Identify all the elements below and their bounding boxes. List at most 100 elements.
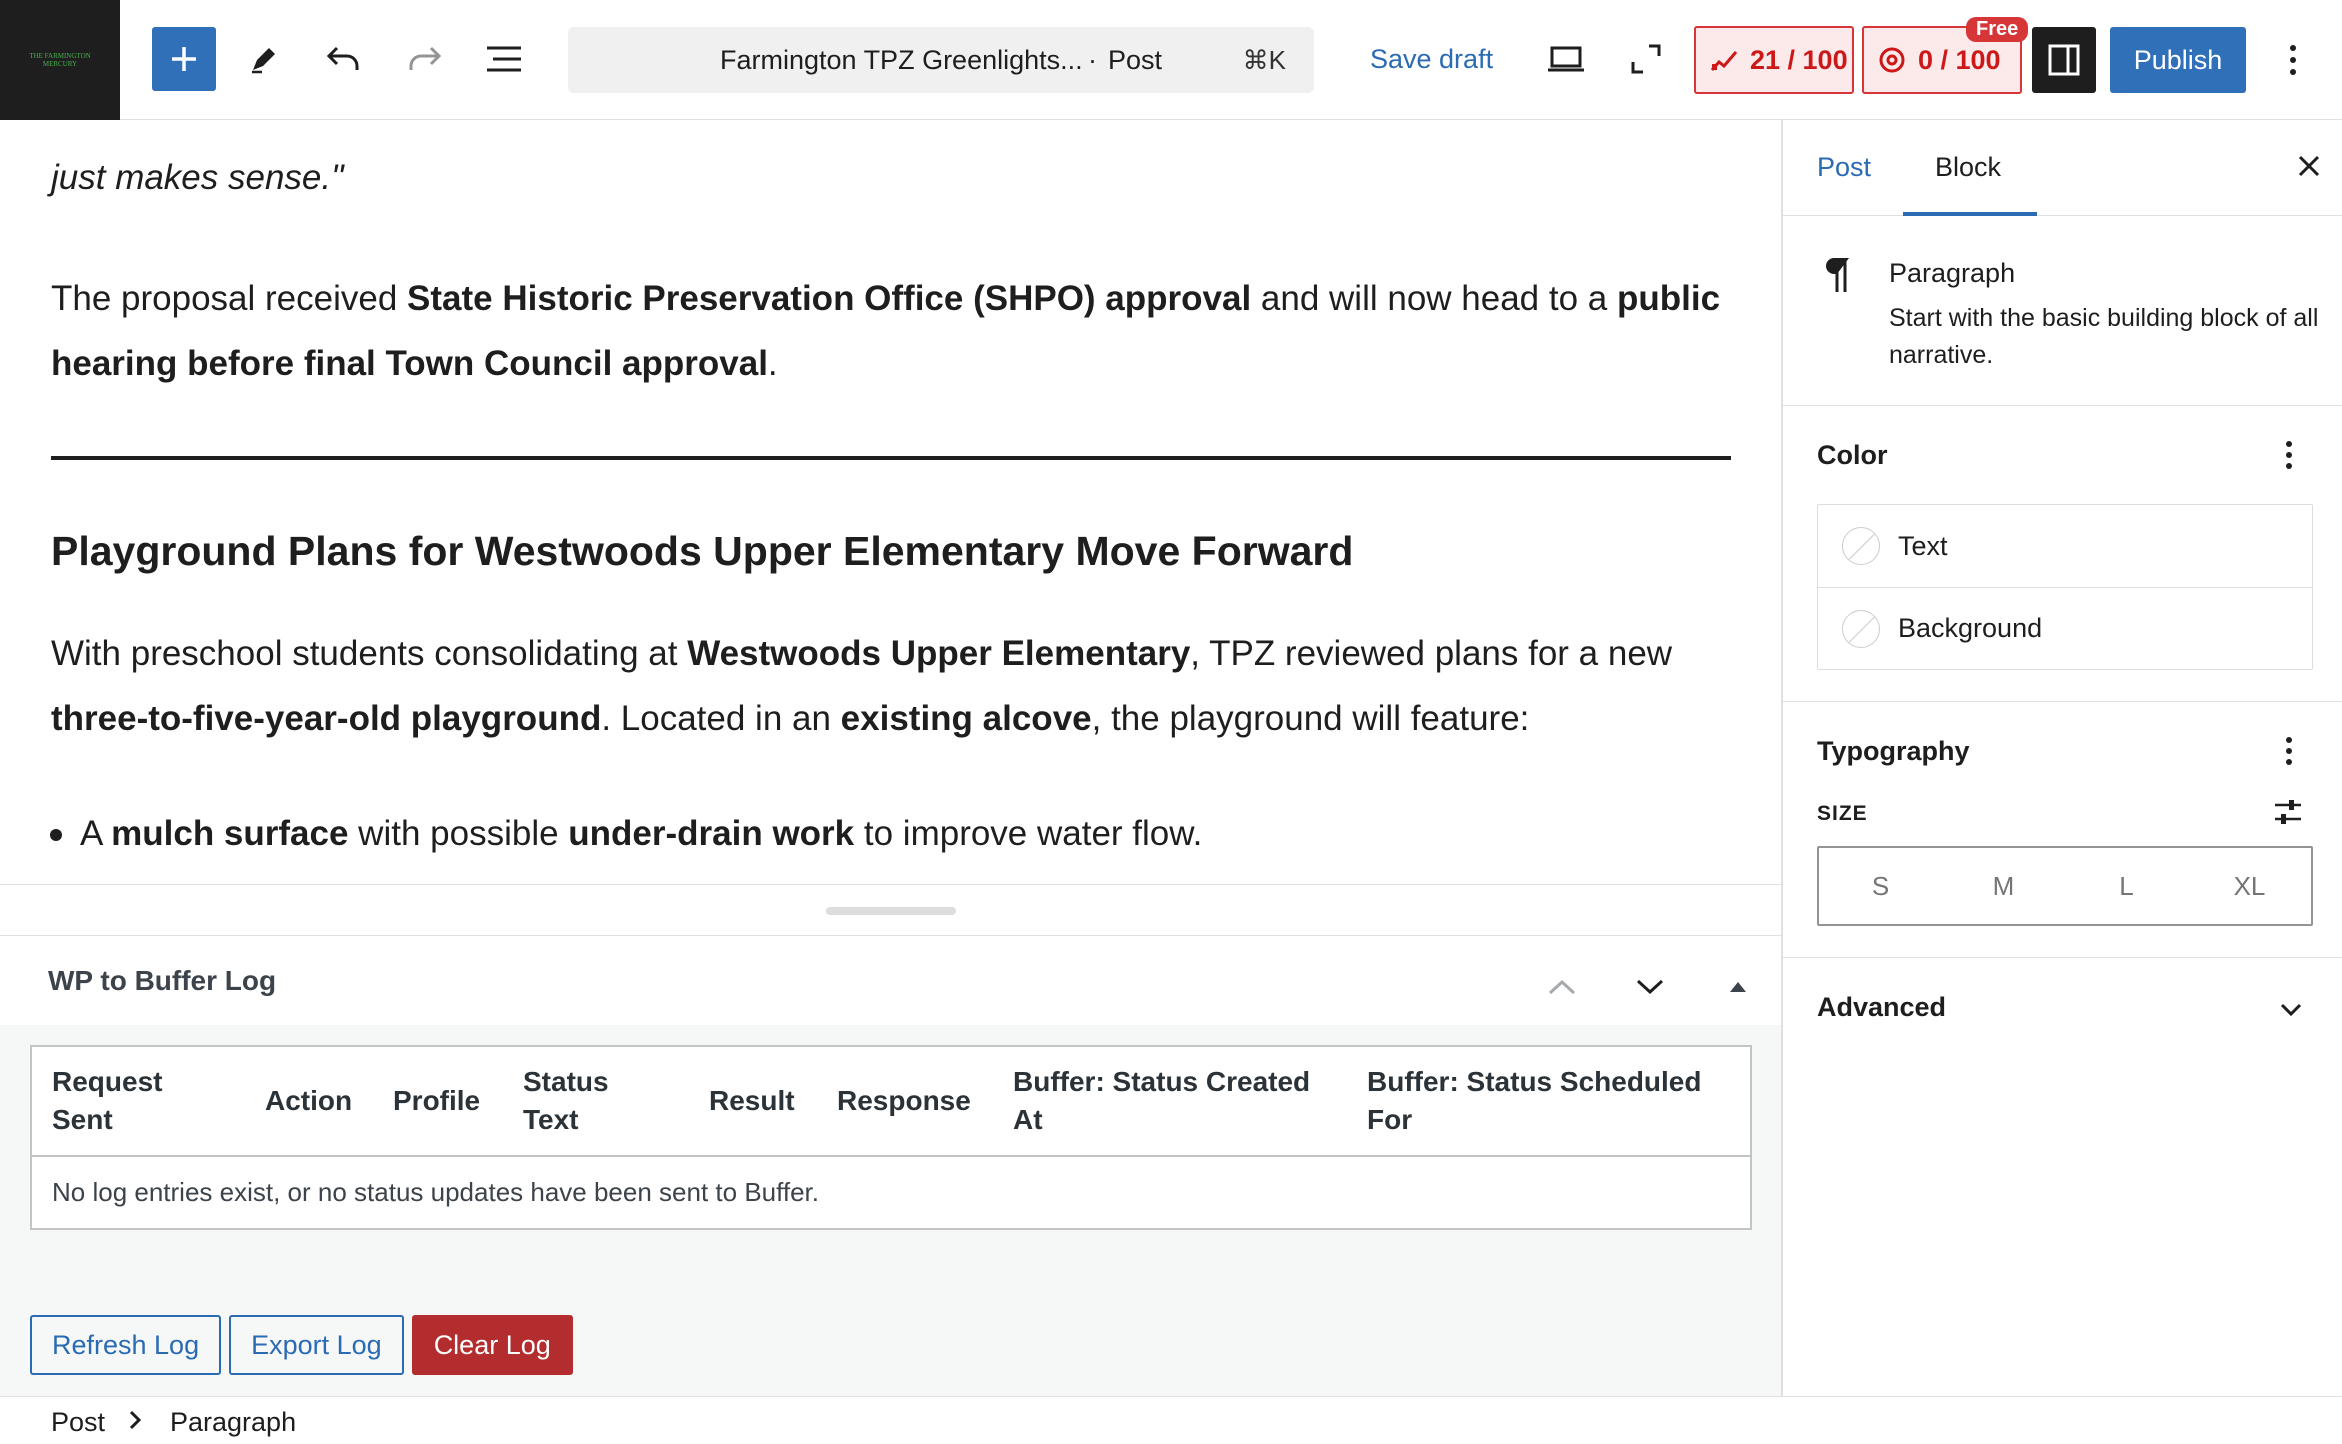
refresh-log-button[interactable]: Refresh Log	[30, 1315, 222, 1375]
block-card: Paragraph Start with the basic building …	[1783, 216, 2342, 406]
separator-block[interactable]	[51, 456, 1731, 460]
command-shortcut: ⌘K	[1242, 44, 1286, 75]
tools-button[interactable]	[232, 27, 296, 91]
meta-boxes-area: WP to Buffer Log Request Sent Action Pro…	[0, 884, 1781, 1397]
chevron-down-icon	[2279, 1002, 2303, 1023]
text-run: A	[80, 814, 112, 853]
seo-chart-icon	[1710, 48, 1738, 72]
column-header: Response	[817, 1046, 993, 1157]
meta-box-body: Request Sent Action Profile Status Text …	[0, 1025, 1781, 1397]
seo-score-badge[interactable]: 21 / 100	[1694, 26, 1854, 94]
size-option-xl[interactable]: XL	[2188, 848, 2311, 924]
text-run: With preschool students consolidating at	[51, 634, 688, 673]
site-logo[interactable]: THE FARMINGTON MERCURY	[0, 0, 120, 120]
editor-header: THE FARMINGTON MERCURY Farmington TPZ Gr…	[0, 0, 2342, 120]
chevron-up-icon	[1548, 979, 1576, 995]
undo-button[interactable]	[312, 27, 376, 91]
paragraph-shpo[interactable]: The proposal received State Historic Pre…	[51, 266, 1731, 396]
redo-button[interactable]	[392, 27, 456, 91]
meta-divider	[0, 935, 1781, 936]
quote-text: just makes sense."	[51, 158, 344, 197]
pencil-icon	[252, 48, 275, 74]
bold-run: under-drain work	[568, 814, 855, 853]
text-run: and will now head to a	[1251, 279, 1617, 318]
command-palette-bar[interactable]: Farmington TPZ Greenlights... · Post ⌘K	[568, 27, 1314, 93]
preview-button[interactable]	[1534, 27, 1598, 91]
free-badge: Free	[1966, 17, 2029, 42]
export-log-button[interactable]: Export Log	[229, 1315, 404, 1375]
column-header: Status Text	[503, 1046, 689, 1157]
text-run: .	[767, 344, 778, 383]
settings-sidebar-toggle[interactable]	[2032, 27, 2096, 93]
typography-panel: Typography SIZE S M L XL	[1783, 702, 2342, 958]
move-up-button[interactable]	[1542, 967, 1582, 1007]
advanced-panel-title: Advanced	[1817, 992, 1947, 1022]
text-run: . Located in an	[601, 699, 841, 738]
save-draft-button[interactable]: Save draft	[1370, 44, 1493, 75]
list-block[interactable]: A mulch surface with possible under-drai…	[50, 801, 1731, 866]
editor-canvas[interactable]: just makes sense." The proposal received…	[0, 120, 1781, 884]
more-vertical-icon	[2286, 441, 2292, 469]
paragraph-quote[interactable]: just makes sense."	[51, 145, 1731, 210]
typography-panel-title: Typography	[1817, 736, 1970, 766]
add-block-button[interactable]	[152, 27, 216, 91]
table-header-row: Request Sent Action Profile Status Text …	[31, 1046, 1751, 1157]
breadcrumb-paragraph[interactable]: Paragraph	[170, 1407, 296, 1438]
redo-icon	[409, 46, 442, 70]
sidebar-icon	[2048, 44, 2080, 76]
close-sidebar-button[interactable]	[2297, 154, 2321, 183]
bold-run: existing alcove	[840, 699, 1092, 738]
tab-post[interactable]: Post	[1817, 152, 1871, 183]
column-header: Profile	[373, 1046, 503, 1157]
text-run: with possible	[348, 814, 569, 853]
plus-icon	[172, 47, 196, 71]
color-item-label: Background	[1898, 613, 2043, 643]
paragraph-playground[interactable]: With preschool students consolidating at…	[51, 621, 1731, 751]
settings-sliders-icon	[2275, 800, 2301, 824]
paragraph-icon	[1823, 256, 1853, 299]
move-down-button[interactable]	[1630, 967, 1670, 1007]
typography-options-button[interactable]	[2285, 736, 2293, 771]
empty-log-message: No log entries exist, or no status updat…	[52, 1177, 819, 1207]
toggle-panel-button[interactable]	[1718, 967, 1758, 1007]
publish-button[interactable]: Publish	[2110, 27, 2246, 93]
fullscreen-icon	[1631, 44, 1661, 74]
bold-run: three-to-five-year-old playground	[51, 699, 602, 738]
color-panel: Color Text Background	[1783, 406, 2342, 702]
size-option-l[interactable]: L	[2065, 848, 2188, 924]
block-breadcrumb: Post Paragraph	[0, 1396, 2342, 1444]
undo-icon	[326, 46, 359, 70]
options-menu-button[interactable]	[2268, 27, 2318, 93]
block-description: Start with the basic building block of a…	[1889, 304, 2319, 369]
text-color-item[interactable]: Text	[1818, 505, 2312, 587]
clear-log-button[interactable]: Clear Log	[411, 1315, 573, 1375]
document-overview-button[interactable]	[472, 27, 536, 91]
bold-run: Westwoods Upper Elementary	[687, 634, 1191, 673]
color-options-button[interactable]	[2285, 440, 2293, 475]
column-header: Action	[245, 1046, 373, 1157]
font-size-picker: S M L XL	[1817, 846, 2313, 926]
color-panel-title: Color	[1817, 440, 1888, 470]
meta-resize-handle[interactable]	[826, 907, 956, 915]
background-color-item[interactable]: Background	[1818, 587, 2312, 669]
size-option-m[interactable]: M	[1942, 848, 2065, 924]
custom-size-button[interactable]	[2273, 798, 2303, 831]
more-vertical-icon	[2290, 45, 2296, 75]
buffer-log-table: Request Sent Action Profile Status Text …	[30, 1045, 1752, 1230]
tab-block[interactable]: Block	[1935, 152, 2001, 183]
list-item[interactable]: A mulch surface with possible under-drai…	[0, 801, 1731, 866]
heading-block[interactable]: Playground Plans for Westwoods Upper Ele…	[51, 528, 1731, 575]
close-icon	[2298, 155, 2320, 177]
breadcrumb-post[interactable]: Post	[51, 1407, 105, 1438]
text-run: , TPZ reviewed plans for a new	[1190, 634, 1673, 673]
paragraph-cutoff[interactable]	[51, 120, 1731, 145]
bold-run: State Historic Preservation Office (SHPO…	[407, 279, 1252, 318]
column-header: Result	[689, 1046, 817, 1157]
fullscreen-button[interactable]	[1614, 27, 1678, 91]
empty-swatch-icon	[1842, 527, 1880, 565]
log-actions: Refresh Log Export Log Clear Log	[30, 1315, 573, 1375]
readability-score-value: 0 / 100	[1918, 44, 2001, 75]
size-option-s[interactable]: S	[1819, 848, 1942, 924]
advanced-panel-toggle[interactable]: Advanced	[1783, 958, 2342, 1058]
column-header: Request Sent	[31, 1046, 245, 1157]
